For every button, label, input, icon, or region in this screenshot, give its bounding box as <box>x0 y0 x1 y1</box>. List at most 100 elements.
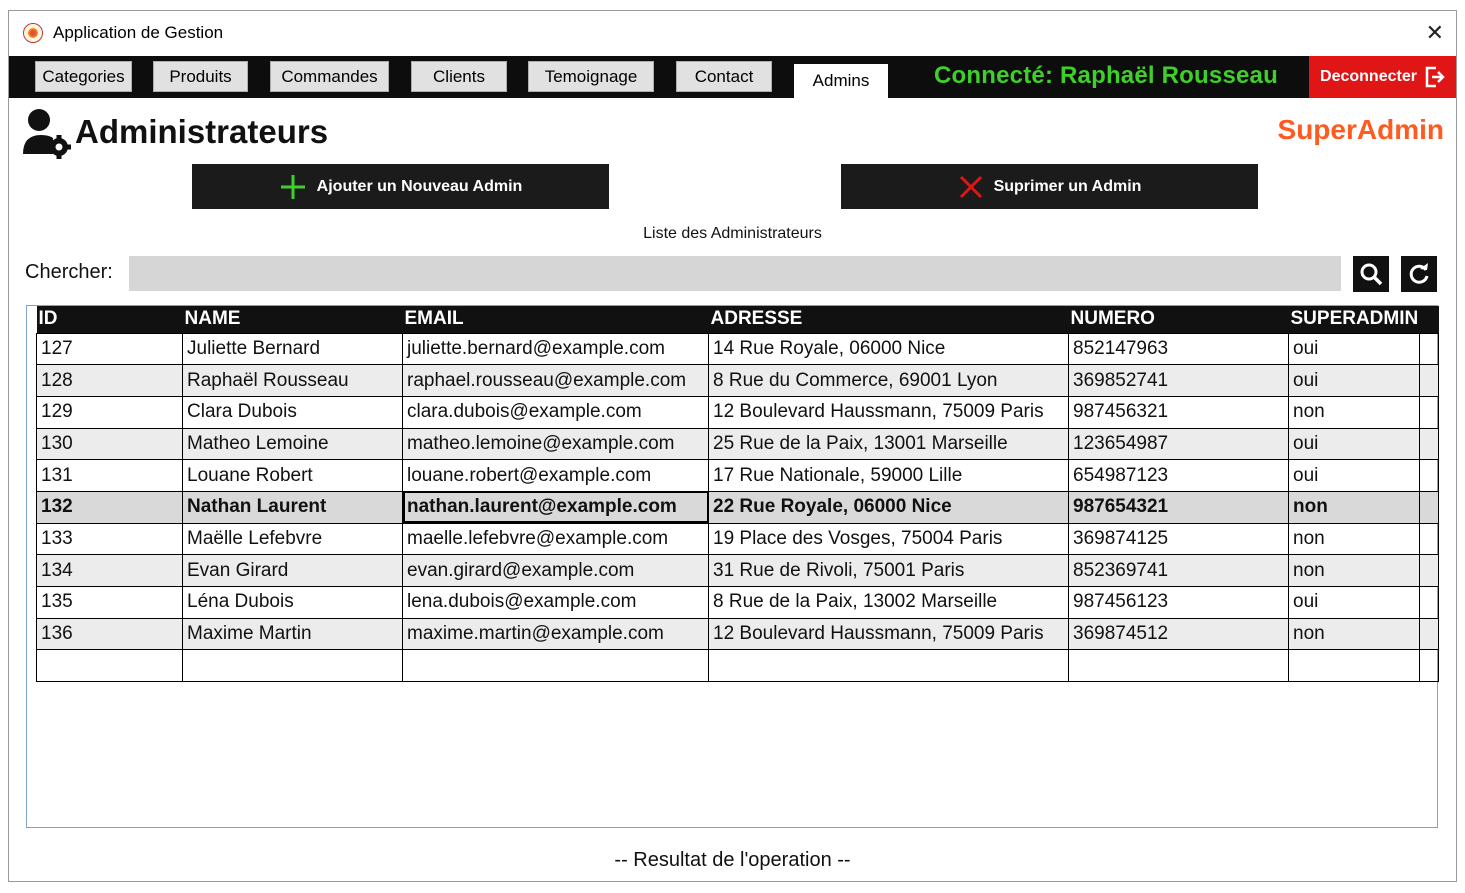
cell-numero[interactable]: 852147963 <box>1068 332 1289 366</box>
cell-numero[interactable]: 369874125 <box>1068 522 1289 556</box>
cell-numero[interactable]: 987456321 <box>1068 395 1289 429</box>
cell-id[interactable]: 130 <box>36 427 183 461</box>
cell-adresse[interactable]: 14 Rue Royale, 06000 Nice <box>708 332 1069 366</box>
cell-email[interactable]: maelle.lefebvre@example.com <box>402 522 709 556</box>
refresh-button[interactable] <box>1401 256 1437 292</box>
add-admin-button[interactable]: Ajouter un Nouveau Admin <box>192 164 609 209</box>
cell-email[interactable]: clara.dubois@example.com <box>402 395 709 429</box>
delete-admin-button[interactable]: Suprimer un Admin <box>841 164 1258 209</box>
close-icon[interactable]: ✕ <box>1426 19 1444 47</box>
search-input[interactable] <box>129 256 1341 291</box>
cell-id[interactable]: 132 <box>36 490 183 524</box>
cell-adresse[interactable]: 12 Boulevard Haussmann, 75009 Paris <box>708 617 1069 651</box>
column-header-filler <box>1419 306 1439 333</box>
cell-adresse[interactable]: 8 Rue de la Paix, 13002 Marseille <box>708 586 1069 619</box>
empty-cell[interactable] <box>36 649 183 683</box>
cell-numero[interactable]: 123654987 <box>1068 427 1289 461</box>
tab-admins[interactable]: Admins <box>794 64 888 98</box>
cell-email[interactable]: nathan.laurent@example.com <box>402 490 709 524</box>
tab-temoignage[interactable]: Temoignage <box>528 61 654 92</box>
cell-superadmin[interactable]: oui <box>1288 364 1420 397</box>
cell-numero[interactable]: 369852741 <box>1068 364 1289 397</box>
row-filler-cell <box>1419 617 1439 651</box>
cell-id[interactable]: 131 <box>36 459 183 492</box>
cell-name[interactable]: Maxime Martin <box>182 617 403 651</box>
cell-adresse[interactable]: 17 Rue Nationale, 59000 Lille <box>708 459 1069 492</box>
cell-name[interactable]: Juliette Bernard <box>182 332 403 366</box>
empty-cell[interactable] <box>182 649 403 683</box>
cell-id[interactable]: 135 <box>36 586 183 619</box>
tab-clients[interactable]: Clients <box>411 61 507 92</box>
column-header-numero[interactable]: NUMERO <box>1068 306 1289 333</box>
table-row[interactable]: 132 Nathan Laurent nathan.laurent@example.… <box>36 490 1439 524</box>
cell-adresse[interactable]: 22 Rue Royale, 06000 Nice <box>708 490 1069 524</box>
column-header-email[interactable]: EMAIL <box>402 306 709 333</box>
table-row[interactable]: 134 Evan Girard evan.girard@example.com 31 … <box>36 554 1439 587</box>
cell-email[interactable]: matheo.lemoine@example.com <box>402 427 709 461</box>
cell-adresse[interactable]: 25 Rue de la Paix, 13001 Marseille <box>708 427 1069 461</box>
cell-superadmin[interactable]: non <box>1288 554 1420 587</box>
cell-id[interactable]: 127 <box>36 332 183 366</box>
table-row[interactable]: 136 Maxime Martin maxime.martin@example.co… <box>36 617 1439 651</box>
table-row[interactable]: 131 Louane Robert louane.robert@example.co… <box>36 459 1439 492</box>
cell-name[interactable]: Nathan Laurent <box>182 490 403 524</box>
table-row[interactable]: 128 Raphaël Rousseau raphael.rousseau@exam… <box>36 364 1439 397</box>
cell-adresse[interactable]: 8 Rue du Commerce, 69001 Lyon <box>708 364 1069 397</box>
cell-name[interactable]: Evan Girard <box>182 554 403 587</box>
table-row[interactable]: 133 Maëlle Lefebvre maelle.lefebvre@exampl… <box>36 522 1439 556</box>
table-row[interactable]: 135 Léna Dubois lena.dubois@example.com 8 R… <box>36 586 1439 619</box>
search-button[interactable] <box>1353 256 1389 292</box>
cell-superadmin[interactable]: non <box>1288 395 1420 429</box>
cell-numero[interactable]: 852369741 <box>1068 554 1289 587</box>
cell-name[interactable]: Raphaël Rousseau <box>182 364 403 397</box>
tab-categories[interactable]: Categories <box>35 61 132 92</box>
cell-numero[interactable]: 987654321 <box>1068 490 1289 524</box>
empty-cell[interactable] <box>402 649 709 683</box>
cell-email[interactable]: louane.robert@example.com <box>402 459 709 492</box>
column-header-name[interactable]: NAME <box>182 306 403 333</box>
cell-adresse[interactable]: 12 Boulevard Haussmann, 75009 Paris <box>708 395 1069 429</box>
tab-contact[interactable]: Contact <box>676 61 772 92</box>
cell-name[interactable]: Maëlle Lefebvre <box>182 522 403 556</box>
cell-name[interactable]: Clara Dubois <box>182 395 403 429</box>
cell-email[interactable]: raphael.rousseau@example.com <box>402 364 709 397</box>
cell-superadmin[interactable]: non <box>1288 522 1420 556</box>
table-row[interactable]: 129 Clara Dubois clara.dubois@example.com 1… <box>36 395 1439 429</box>
cell-numero[interactable]: 987456123 <box>1068 586 1289 619</box>
cell-email[interactable]: lena.dubois@example.com <box>402 586 709 619</box>
cell-email[interactable]: maxime.martin@example.com <box>402 617 709 651</box>
new-row[interactable] <box>36 649 1439 683</box>
cell-superadmin[interactable]: non <box>1288 490 1420 524</box>
cell-superadmin[interactable]: oui <box>1288 459 1420 492</box>
empty-cell[interactable] <box>708 649 1069 683</box>
cell-superadmin[interactable]: oui <box>1288 586 1420 619</box>
cell-adresse[interactable]: 31 Rue de Rivoli, 75001 Paris <box>708 554 1069 587</box>
cell-email[interactable]: evan.girard@example.com <box>402 554 709 587</box>
tab-commandes[interactable]: Commandes <box>270 61 389 92</box>
tab-produits[interactable]: Produits <box>153 61 248 92</box>
empty-cell[interactable] <box>1068 649 1289 683</box>
cell-id[interactable]: 128 <box>36 364 183 397</box>
column-header-id[interactable]: ID <box>36 306 183 333</box>
cell-adresse[interactable]: 19 Place des Vosges, 75004 Paris <box>708 522 1069 556</box>
empty-cell[interactable] <box>1288 649 1420 683</box>
cell-email[interactable]: juliette.bernard@example.com <box>402 332 709 366</box>
cell-id[interactable]: 136 <box>36 617 183 651</box>
cell-superadmin[interactable]: non <box>1288 617 1420 651</box>
cell-numero[interactable]: 369874512 <box>1068 617 1289 651</box>
cell-id[interactable]: 133 <box>36 522 183 556</box>
cell-superadmin[interactable]: oui <box>1288 332 1420 366</box>
logout-button[interactable]: Deconnecter <box>1309 56 1456 98</box>
cell-name[interactable]: Léna Dubois <box>182 586 403 619</box>
cell-id[interactable]: 129 <box>36 395 183 429</box>
table-row[interactable]: 130 Matheo Lemoine matheo.lemoine@example.… <box>36 427 1439 461</box>
column-header-adresse[interactable]: ADRESSE <box>708 306 1069 333</box>
column-header-superadmin[interactable]: SUPERADMIN <box>1288 306 1420 333</box>
table-row[interactable]: 127 Juliette Bernard juliette.bernard@exam… <box>36 332 1439 366</box>
cell-numero[interactable]: 654987123 <box>1068 459 1289 492</box>
cell-name[interactable]: Louane Robert <box>182 459 403 492</box>
cell-id[interactable]: 134 <box>36 554 183 587</box>
cell-name[interactable]: Matheo Lemoine <box>182 427 403 461</box>
admins-grid[interactable]: ID NAME EMAIL ADRESSE NUMERO SUPERADMIN … <box>26 305 1439 828</box>
cell-superadmin[interactable]: oui <box>1288 427 1420 461</box>
